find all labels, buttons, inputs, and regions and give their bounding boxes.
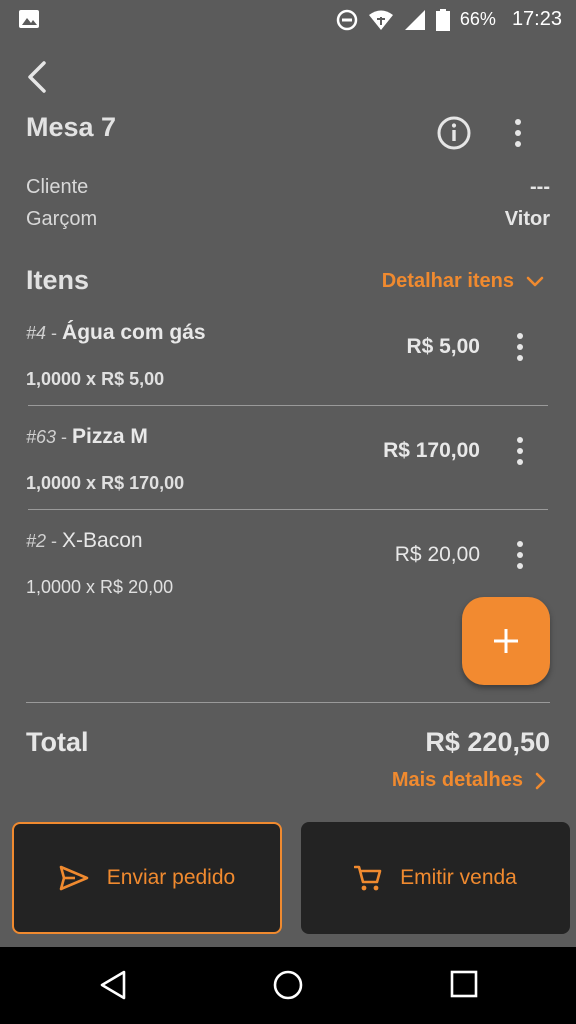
item-price: R$ 5,00 — [406, 335, 480, 358]
item-name: Pizza M — [72, 425, 148, 448]
item-title: #4 - Água com gás — [26, 321, 206, 345]
detail-items-link[interactable]: Detalhar itens — [382, 270, 544, 293]
more-vert-icon[interactable] — [508, 539, 532, 571]
item-quantity: 1,0000 x R$ 170,00 — [26, 473, 185, 493]
waiter-label: Garçom — [26, 208, 98, 230]
navigation-bar — [0, 947, 576, 1024]
item-quantity: 1,0000 x R$ 20,00 — [26, 577, 174, 597]
battery-percent: 66% — [459, 9, 496, 29]
nav-recents-icon[interactable] — [450, 969, 478, 999]
divider — [26, 702, 550, 703]
chevron-right-icon — [535, 772, 546, 789]
nav-back-icon[interactable] — [98, 969, 128, 1001]
image-icon — [19, 10, 39, 28]
dnd-icon — [336, 9, 358, 30]
list-item[interactable]: #4 - Água com gás 1,0000 x R$ 5,00 R$ 5,… — [26, 321, 550, 425]
signal-icon — [404, 9, 425, 30]
item-number: #2 — [26, 531, 47, 551]
item-title: #63 - Pizza M — [26, 425, 148, 449]
add-item-button[interactable] — [462, 597, 550, 685]
item-price: R$ 170,00 — [383, 439, 480, 462]
client-value: --- — [530, 176, 550, 198]
issue-sale-button[interactable]: Emitir venda — [301, 822, 570, 934]
cart-icon — [354, 865, 382, 891]
item-price: R$ 20,00 — [394, 543, 480, 566]
total-value: R$ 220,50 — [425, 727, 550, 757]
send-order-label: Enviar pedido — [106, 866, 236, 889]
chevron-down-icon — [526, 276, 544, 286]
wifi-icon — [368, 10, 393, 30]
status-bar: 66% 17:23 — [0, 0, 576, 40]
battery-icon — [435, 8, 450, 31]
item-number: #4 — [26, 323, 47, 343]
item-quantity: 1,0000 x R$ 5,00 — [26, 369, 165, 389]
client-label: Cliente — [26, 176, 89, 198]
list-item[interactable]: #63 - Pizza M 1,0000 x R$ 170,00 R$ 170,… — [26, 425, 550, 529]
info-icon[interactable] — [436, 115, 472, 151]
item-name: X-Bacon — [62, 529, 143, 552]
item-number: #63 — [26, 427, 57, 447]
page-title: Mesa 7 — [26, 112, 117, 142]
item-separator: - — [46, 531, 63, 551]
waiter-value: Vitor — [504, 208, 550, 230]
more-vert-icon[interactable] — [508, 331, 532, 363]
issue-sale-label: Emitir venda — [400, 866, 517, 889]
divider — [28, 509, 548, 510]
send-icon — [59, 865, 89, 891]
send-order-button[interactable]: Enviar pedido — [12, 822, 282, 934]
more-details-label: Mais detalhes — [391, 769, 523, 791]
divider — [28, 405, 548, 406]
detail-items-label: Detalhar itens — [381, 270, 514, 292]
item-separator: - — [56, 427, 73, 447]
more-details-link[interactable]: Mais detalhes — [392, 769, 546, 792]
more-vert-icon[interactable] — [508, 435, 532, 467]
back-arrow-icon[interactable] — [22, 60, 52, 94]
plus-icon — [494, 629, 518, 653]
nav-home-icon[interactable] — [272, 969, 304, 1001]
item-title: #2 - X-Bacon — [26, 529, 143, 553]
total-label: Total — [26, 727, 89, 757]
item-separator: - — [46, 323, 63, 343]
items-title: Itens — [26, 265, 90, 295]
item-name: Água com gás — [62, 321, 206, 344]
clock: 17:23 — [511, 8, 562, 30]
more-vert-icon[interactable] — [505, 117, 531, 149]
